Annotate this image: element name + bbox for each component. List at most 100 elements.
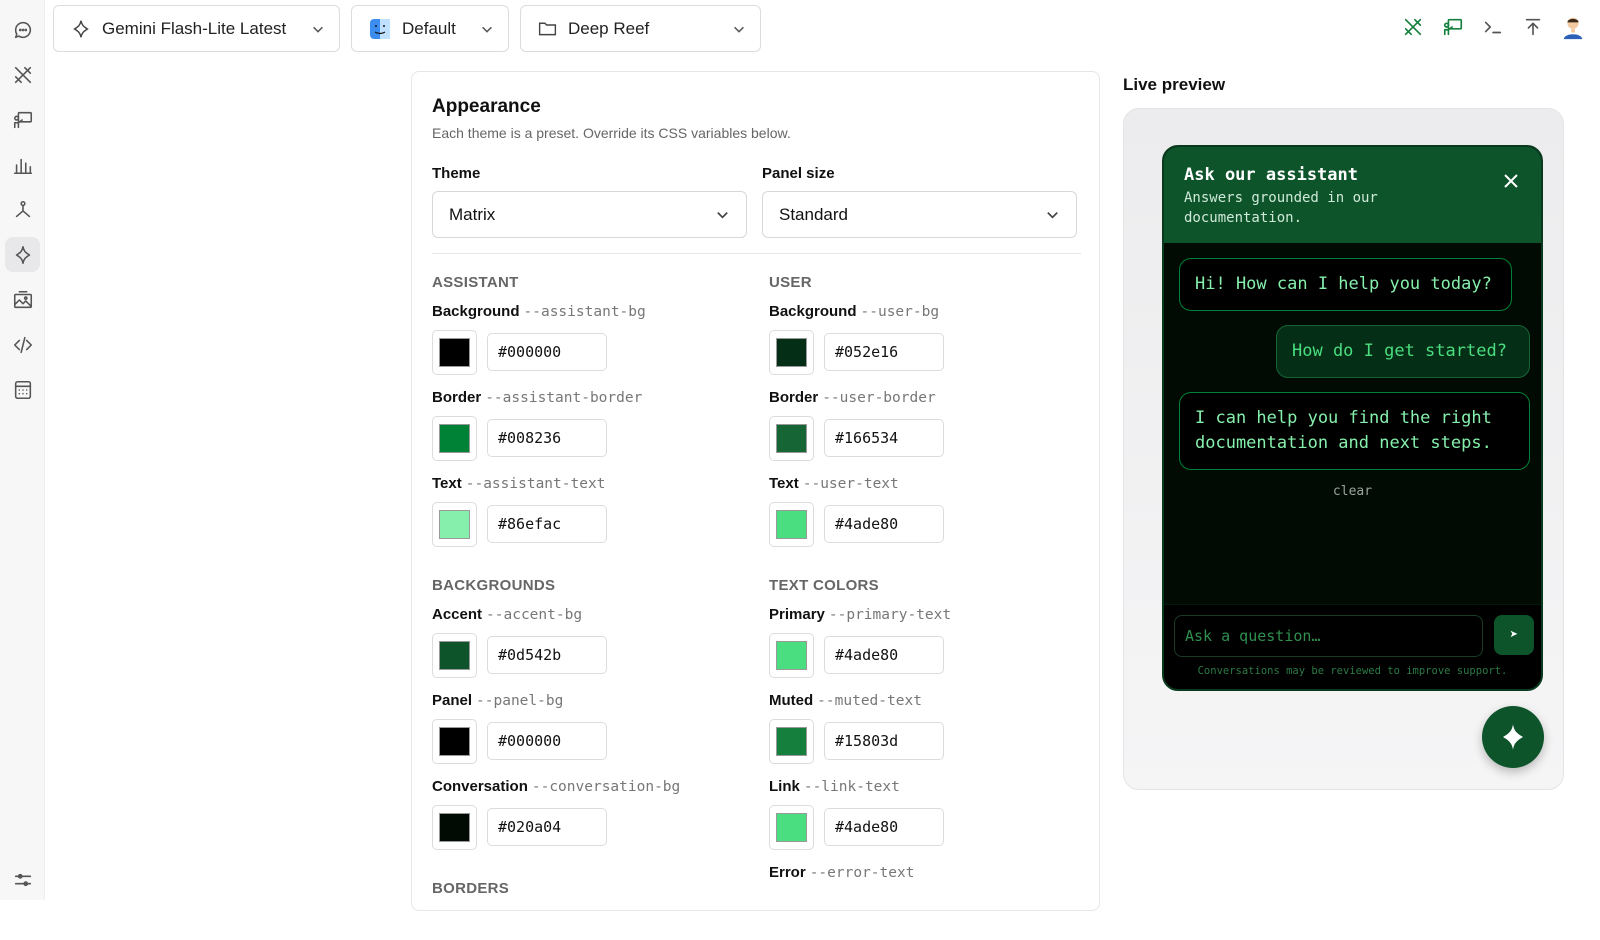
field-conversation-bg: Conversation --conversation-bg #020a04 <box>432 778 752 854</box>
upload-button[interactable] <box>1520 12 1546 42</box>
color-swatch[interactable] <box>432 502 477 547</box>
assistant-message: Hi! How can I help you today? <box>1179 258 1512 311</box>
chat-title: Ask our assistant <box>1184 165 1358 185</box>
nav-settings[interactable] <box>5 862 40 897</box>
color-swatch[interactable] <box>432 416 477 461</box>
hex-input[interactable]: #008236 <box>487 419 607 457</box>
hex-input[interactable]: #4ade80 <box>824 808 944 846</box>
panel-size-select[interactable]: Standard <box>762 191 1077 238</box>
chat-footer-note: Conversations may be reviewed to improve… <box>1197 665 1508 677</box>
nav-chat[interactable] <box>5 12 40 47</box>
color-swatch[interactable] <box>769 330 814 375</box>
profile-selector[interactable]: Default <box>351 5 509 52</box>
top-right-toolbar <box>1400 12 1586 42</box>
model-selector[interactable]: Gemini Flash-Lite Latest <box>53 5 340 52</box>
hex-input[interactable]: #000000 <box>487 722 607 760</box>
sparkle-icon <box>73 20 89 37</box>
section-heading-text-colors: TEXT COLORS <box>769 577 879 594</box>
field-user-border: Border --user-border #166534 <box>769 389 1089 465</box>
chat-widget: Ask our assistant Answers grounded in ou… <box>1162 145 1543 691</box>
folder-icon <box>538 22 557 36</box>
field-user-text: Text --user-text #4ade80 <box>769 475 1089 551</box>
calculator-icon <box>14 380 31 399</box>
nav-code[interactable] <box>5 327 40 362</box>
nav-tools[interactable] <box>5 57 40 92</box>
sliders-icon <box>14 873 31 886</box>
color-swatch[interactable] <box>432 719 477 764</box>
color-swatch[interactable] <box>432 805 477 850</box>
bar-chart-icon <box>13 158 32 174</box>
hex-input[interactable]: #4ade80 <box>824 505 944 543</box>
chevron-down-icon <box>1047 212 1058 219</box>
nav-presenter[interactable] <box>5 102 40 137</box>
theme-select[interactable]: Matrix <box>432 191 747 238</box>
project-label: Deep Reef <box>568 18 650 38</box>
color-swatch[interactable] <box>432 330 477 375</box>
field-assistant-bg: Background --assistant-bg #000000 <box>432 303 752 379</box>
color-swatch[interactable] <box>769 719 814 764</box>
color-swatch[interactable] <box>769 805 814 850</box>
appearance-card: Appearance Each theme is a preset. Overr… <box>411 71 1100 911</box>
tools-button[interactable] <box>1400 12 1426 42</box>
presenter-button[interactable] <box>1440 12 1466 42</box>
chat-subtitle: Answers grounded in our documentation. <box>1184 190 1378 226</box>
section-heading-backgrounds: BACKGROUNDS <box>432 577 556 594</box>
hex-input[interactable]: #86efac <box>487 505 607 543</box>
image-gallery-icon <box>13 290 32 308</box>
field-muted-text: Muted --muted-text #15803d <box>769 692 1089 768</box>
hex-input[interactable]: #4ade80 <box>824 636 944 674</box>
clear-link[interactable]: clear <box>1164 484 1541 499</box>
hex-input[interactable]: #020a04 <box>487 808 607 846</box>
tools-icon <box>14 66 31 83</box>
code-icon <box>13 336 32 353</box>
section-heading-borders: BORDERS <box>432 880 510 897</box>
field-accent-bg: Accent --accent-bg #0d542b <box>432 606 752 682</box>
panel-size-value: Standard <box>779 204 848 224</box>
hex-input[interactable]: #052e16 <box>824 333 944 371</box>
chat-close-button[interactable] <box>1501 171 1521 191</box>
field-link-text: Link --link-text #4ade80 <box>769 778 1089 854</box>
field-error-text: Error --error-text <box>769 864 915 881</box>
chat-launcher-button[interactable] <box>1482 706 1544 768</box>
user-avatar[interactable] <box>1560 12 1586 42</box>
theme-value: Matrix <box>449 204 496 224</box>
color-swatch[interactable] <box>769 502 814 547</box>
upload-icon <box>1525 18 1541 36</box>
sparkle-icon <box>15 245 30 264</box>
chat-input[interactable]: Ask a question… <box>1174 615 1483 657</box>
send-icon: ➤ <box>1509 627 1519 643</box>
hex-input[interactable]: #000000 <box>487 333 607 371</box>
field-primary-text: Primary --primary-text #4ade80 <box>769 606 1089 682</box>
project-selector[interactable]: Deep Reef <box>520 5 761 52</box>
send-button[interactable]: ➤ <box>1494 615 1534 655</box>
hex-input[interactable]: #166534 <box>824 419 944 457</box>
color-swatch[interactable] <box>432 633 477 678</box>
nav-ai[interactable] <box>5 237 40 272</box>
chevron-down-icon <box>717 212 728 219</box>
hex-input[interactable]: #15803d <box>824 722 944 760</box>
field-panel-bg: Panel --panel-bg #000000 <box>432 692 752 768</box>
nav-gallery[interactable] <box>5 282 40 317</box>
divider <box>432 253 1081 254</box>
assistant-message: I can help you find the right documentat… <box>1179 392 1530 470</box>
terminal-button[interactable] <box>1480 12 1506 42</box>
nav-calculator[interactable] <box>5 372 40 407</box>
appearance-subtitle: Each theme is a preset. Override its CSS… <box>432 125 791 141</box>
network-icon <box>15 200 30 217</box>
chevron-down-icon <box>734 26 744 33</box>
chat-icon <box>14 21 31 38</box>
nav-analytics[interactable] <box>5 147 40 182</box>
user-message: How do I get started? <box>1276 325 1530 378</box>
hex-input[interactable]: #0d542b <box>487 636 607 674</box>
sparkle-icon <box>1503 724 1523 750</box>
live-preview-title: Live preview <box>1123 75 1226 94</box>
model-label: Gemini Flash-Lite Latest <box>102 18 287 38</box>
nav-network[interactable] <box>5 192 40 227</box>
terminal-icon <box>1484 21 1502 34</box>
section-heading-user: USER <box>769 274 812 291</box>
profile-label: Default <box>402 18 456 38</box>
theme-label: Theme <box>432 165 481 182</box>
color-swatch[interactable] <box>769 416 814 461</box>
presenter-icon <box>13 111 32 128</box>
color-swatch[interactable] <box>769 633 814 678</box>
